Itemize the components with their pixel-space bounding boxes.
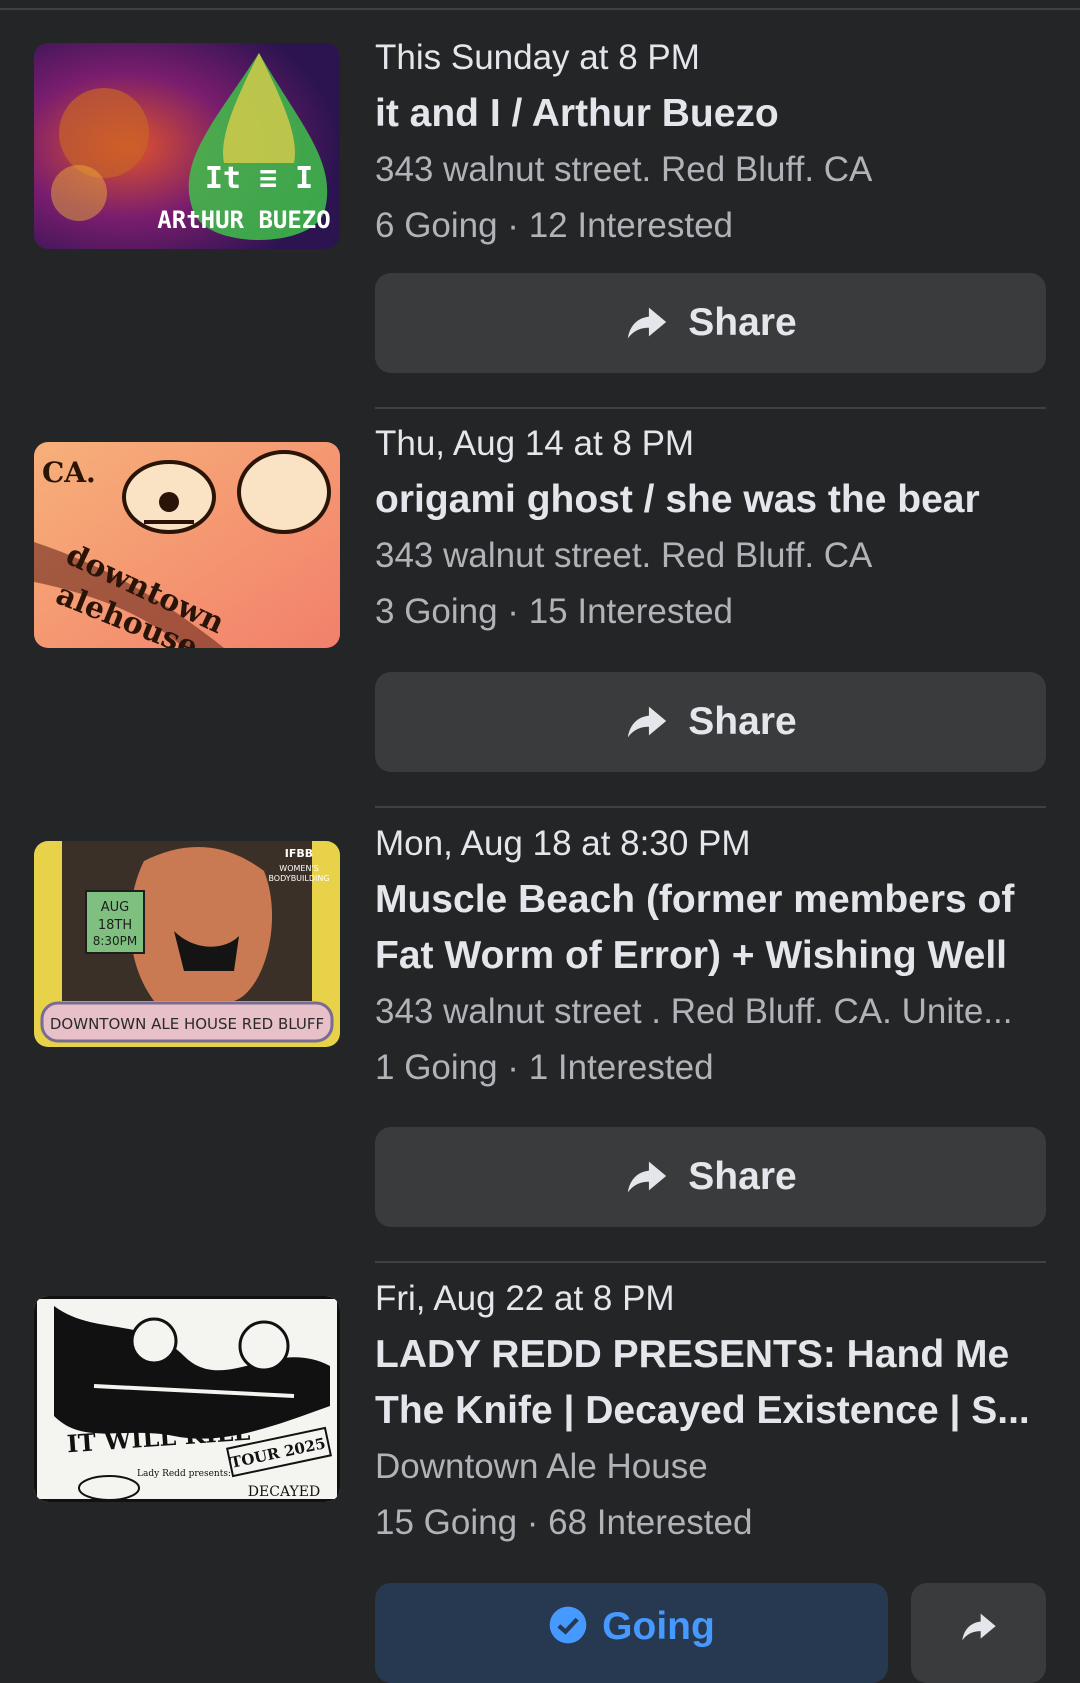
- event-title[interactable]: it and I / Arthur Buezo: [375, 86, 1046, 142]
- svg-text:18TH: 18TH: [98, 918, 132, 933]
- svg-text:BODYBUILDING: BODYBUILDING: [268, 874, 329, 883]
- event-attendance: 1 Going · 1 Interested: [375, 1048, 714, 1087]
- going-button[interactable]: Going: [375, 1583, 888, 1683]
- svg-text:DECAYED: DECAYED: [248, 1484, 320, 1500]
- event-poster-thumbnail[interactable]: It ≡ I ARtHUR BUEZO: [34, 43, 340, 249]
- event-divider: [375, 806, 1046, 808]
- event-divider: [375, 407, 1046, 409]
- svg-text:8:30PM: 8:30PM: [93, 934, 138, 948]
- svg-text:AUG: AUG: [101, 900, 129, 915]
- event-divider: [375, 1261, 1046, 1263]
- event-title[interactable]: Muscle Beach (former members of Fat Worm…: [375, 872, 1046, 984]
- poster-image: AUG 18TH 8:30PM IFBB WOMEN'S BODYBUILDIN…: [34, 841, 340, 1047]
- event-title[interactable]: LADY REDD PRESENTS: Hand Me The Knife | …: [375, 1327, 1046, 1439]
- svg-text:IFBB: IFBB: [285, 847, 313, 860]
- share-button[interactable]: Share: [375, 273, 1046, 373]
- check-circle-icon: [549, 1606, 587, 1644]
- event-location: 343 walnut street. Red Bluff. CA: [375, 536, 873, 575]
- event-title[interactable]: origami ghost / she was the bear: [375, 472, 1046, 528]
- share-arrow-icon: [628, 1161, 667, 1193]
- poster-image: CA. downtown alehouse: [34, 442, 340, 648]
- svg-text:Lady Redd presents:: Lady Redd presents:: [137, 1469, 231, 1479]
- top-divider: [0, 8, 1080, 10]
- share-button[interactable]: Share: [375, 1127, 1046, 1227]
- event-poster-thumbnail[interactable]: AUG 18TH 8:30PM IFBB WOMEN'S BODYBUILDIN…: [34, 841, 340, 1047]
- svg-text:WOMEN'S: WOMEN'S: [279, 864, 318, 873]
- poster-image: IT WILL KILL TOUR 2025 Lady Redd present…: [34, 1296, 340, 1502]
- event-poster-thumbnail[interactable]: IT WILL KILL TOUR 2025 Lady Redd present…: [34, 1296, 340, 1502]
- svg-text:DOWNTOWN ALE HOUSE RED BLUFF: DOWNTOWN ALE HOUSE RED BLUFF: [50, 1015, 324, 1033]
- svg-text:It ≡ I: It ≡ I: [205, 161, 313, 196]
- svg-text:ARtHUR BUEZO: ARtHUR BUEZO: [157, 206, 330, 234]
- event-attendance: 6 Going · 12 Interested: [375, 206, 733, 245]
- event-date: Mon, Aug 18 at 8:30 PM: [375, 824, 751, 863]
- share-arrow-icon: [628, 307, 667, 339]
- poster-image: It ≡ I ARtHUR BUEZO: [34, 43, 340, 249]
- share-button[interactable]: [911, 1583, 1046, 1683]
- svg-text:CA.: CA.: [42, 456, 96, 489]
- share-label: Share: [688, 301, 797, 344]
- event-date: This Sunday at 8 PM: [375, 38, 700, 77]
- event-location: 343 walnut street . Red Bluff. CA. Unite…: [375, 992, 1013, 1031]
- event-date: Thu, Aug 14 at 8 PM: [375, 424, 695, 463]
- share-arrow-icon: [961, 1613, 996, 1641]
- share-button[interactable]: Share: [375, 672, 1046, 772]
- event-date: Fri, Aug 22 at 8 PM: [375, 1279, 675, 1318]
- event-location: 343 walnut street. Red Bluff. CA: [375, 150, 873, 189]
- event-location: Downtown Ale House: [375, 1447, 708, 1486]
- event-attendance: 3 Going · 15 Interested: [375, 592, 733, 631]
- event-poster-thumbnail[interactable]: CA. downtown alehouse: [34, 442, 340, 648]
- share-arrow-icon: [628, 706, 667, 738]
- event-attendance: 15 Going · 68 Interested: [375, 1503, 753, 1542]
- share-label: Share: [688, 700, 797, 743]
- going-label: Going: [602, 1605, 715, 1648]
- share-label: Share: [688, 1155, 797, 1198]
